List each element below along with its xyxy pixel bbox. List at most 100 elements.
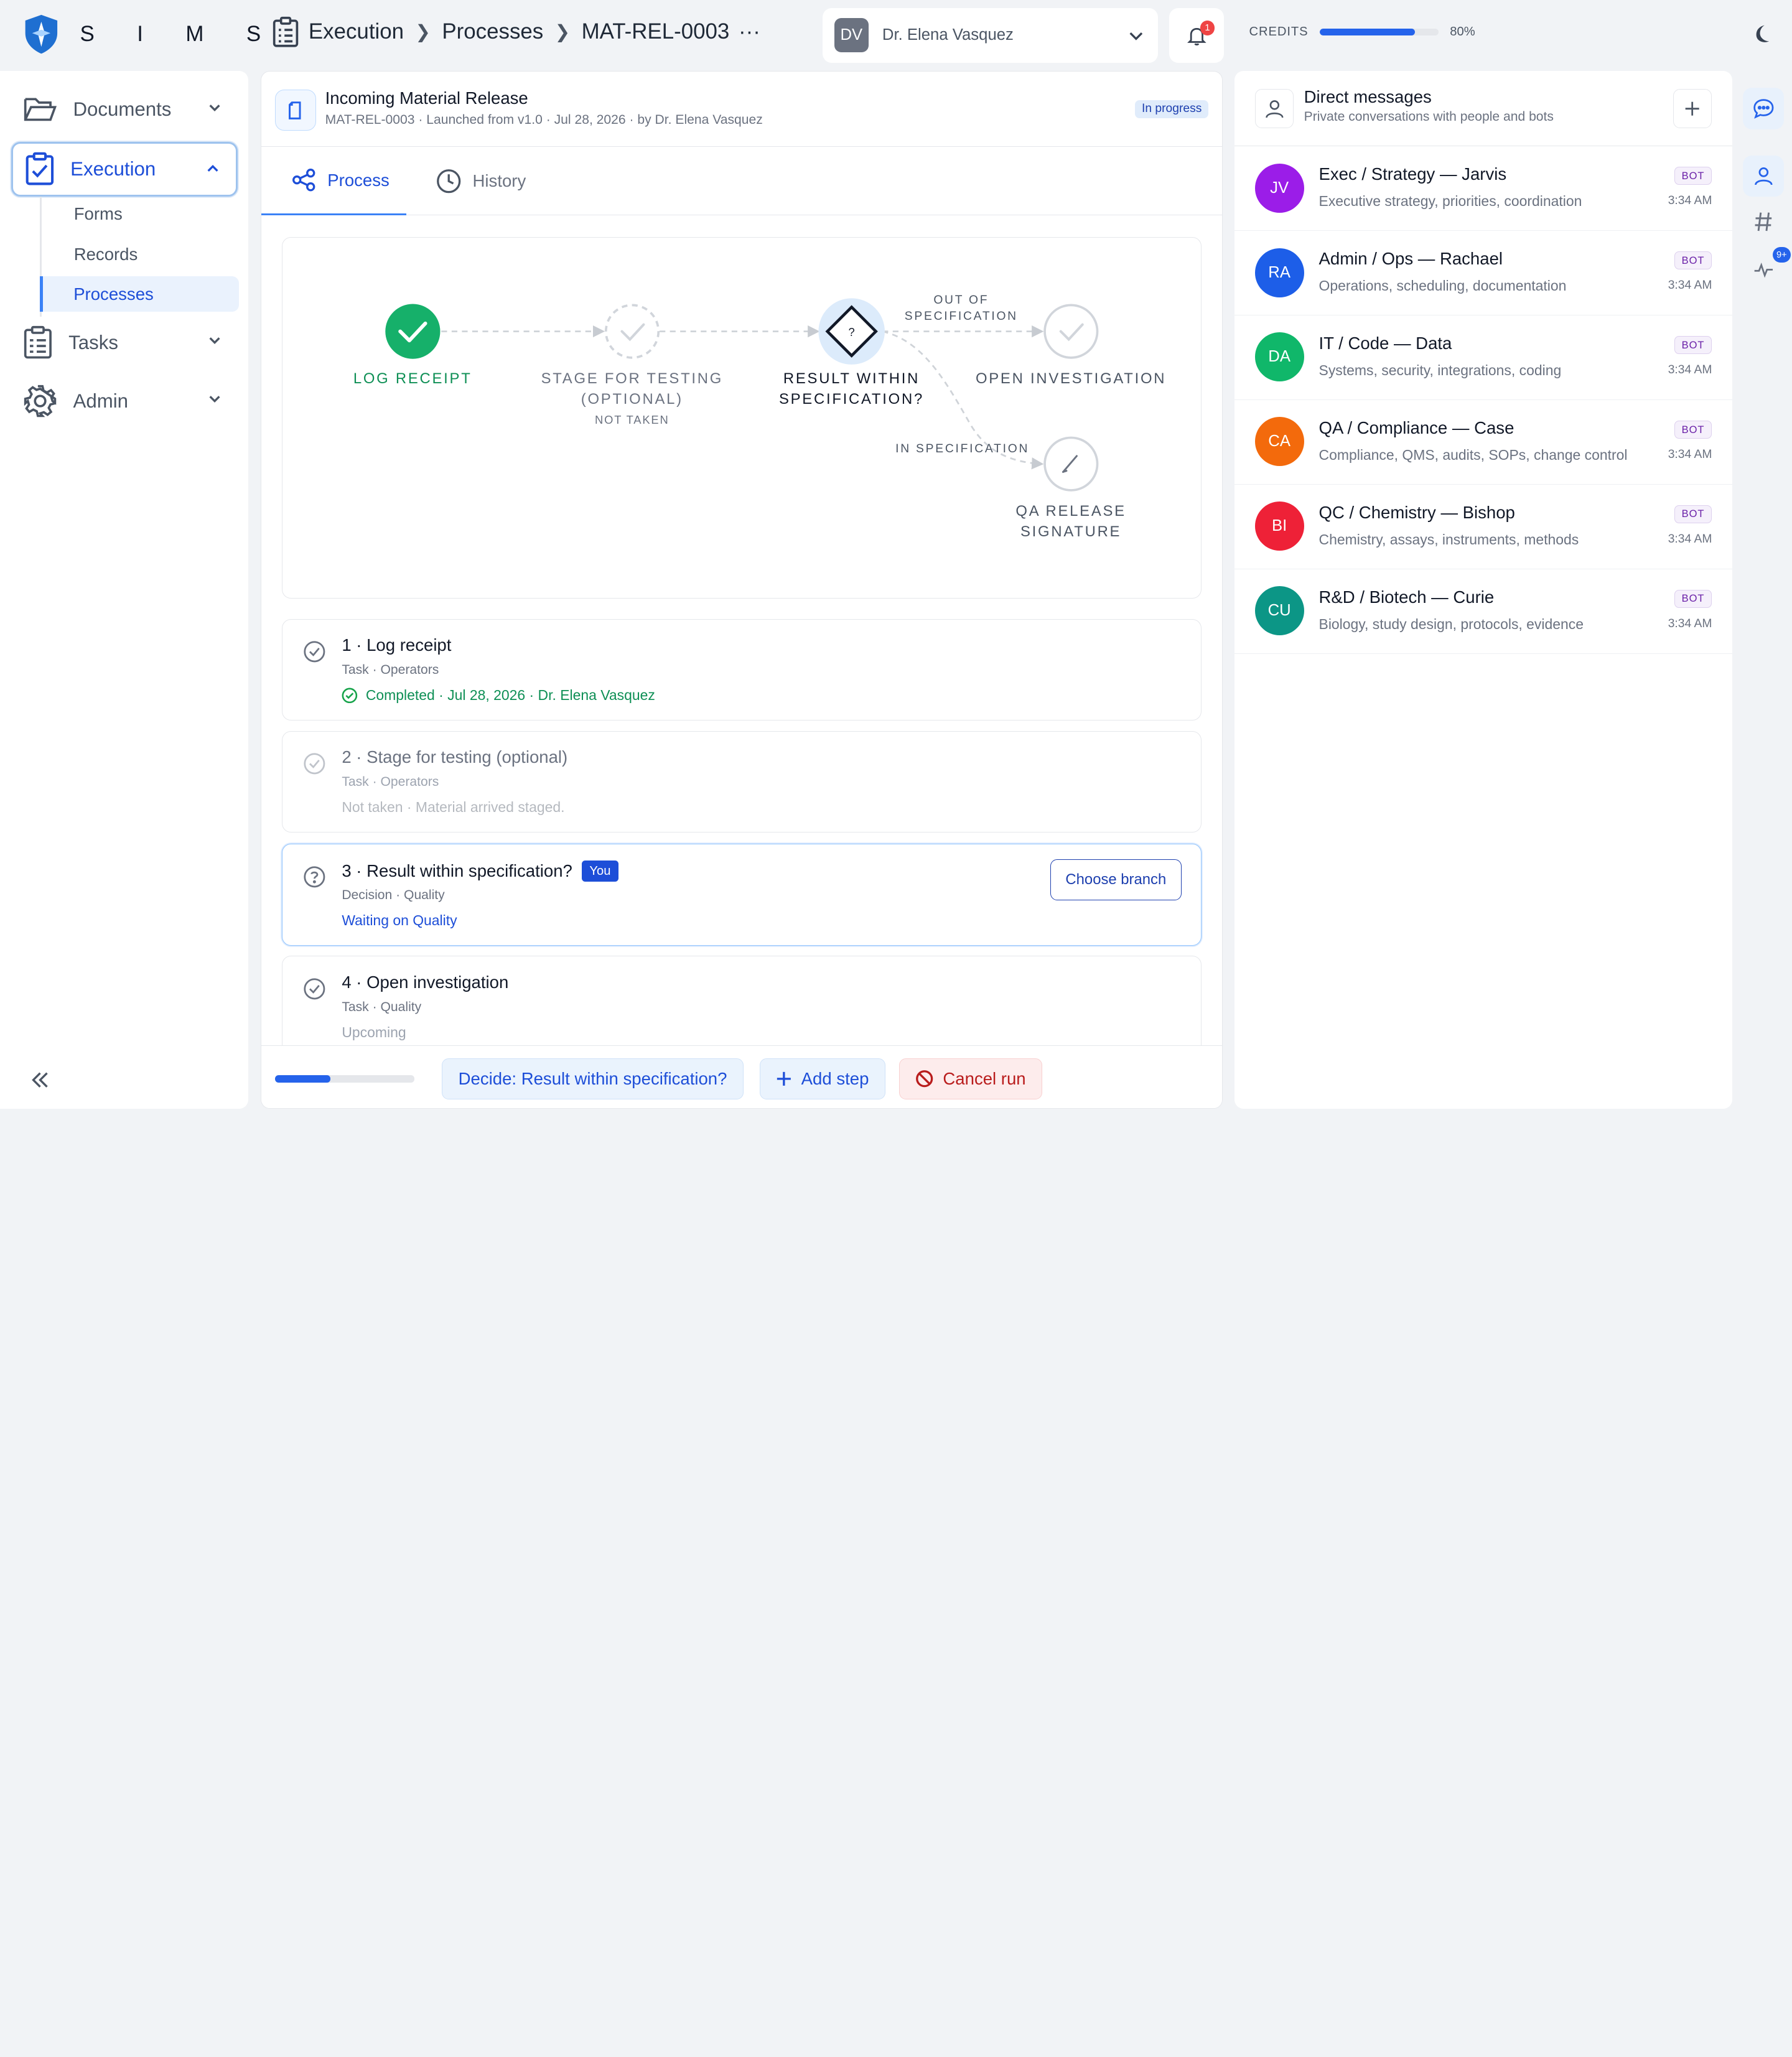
bot-badge: BOT — [1674, 589, 1712, 609]
you-badge: You — [581, 861, 619, 882]
circle-check-icon — [304, 977, 325, 999]
node-result-decision[interactable]: ? — [818, 298, 885, 365]
step-status: Waiting on Quality — [342, 912, 457, 928]
node-log-receipt[interactable] — [385, 304, 441, 359]
credits-percent: 80% — [1450, 25, 1475, 39]
shield-logo-icon — [25, 14, 57, 54]
step-meta: Task · Operators — [342, 663, 439, 678]
dm-rail-button[interactable] — [1742, 155, 1785, 197]
step-status: Upcoming — [342, 1024, 406, 1040]
step-status: Not taken · Material arrived staged. — [342, 799, 565, 815]
sidebar-item-label: Tasks — [68, 332, 118, 353]
step-card-1[interactable]: 1 · Log receipt Task · Operators Complet… — [281, 618, 1202, 721]
user-switcher[interactable]: DV Dr. Elena Vasquez — [823, 7, 1158, 63]
app-root: S I M S Execution ❯ Processes ❯ MAT-REL-… — [0, 0, 1792, 1120]
node-label-open-investigation: OPEN INVESTIGATION — [975, 370, 1167, 387]
step-meta: Task · Operators — [342, 775, 439, 790]
step-card-4[interactable]: 4 · Open investigation Task · Quality Up… — [281, 956, 1202, 1058]
add-step-button[interactable]: Add step — [759, 1058, 886, 1100]
dm-description: Systems, security, integrations, coding — [1318, 362, 1562, 379]
notifications-button[interactable]: 1 — [1169, 7, 1225, 63]
sidebar-item-label: Documents — [73, 98, 172, 121]
dm-item-curie[interactable]: CU R&D / Biotech — Curie Biology, study … — [1234, 569, 1733, 654]
chevron-up-icon — [207, 165, 218, 172]
avatar: DA — [1254, 332, 1304, 382]
tab-process[interactable]: Process — [261, 147, 407, 216]
sidebar-item-admin[interactable]: Admin — [11, 374, 238, 429]
collapse-sidebar-icon[interactable] — [30, 1071, 50, 1089]
activity-pulse-icon — [1754, 263, 1773, 278]
activity-rail-button[interactable]: 9+ — [1743, 246, 1791, 290]
chevron-down-icon — [209, 396, 220, 403]
hash-icon — [1755, 212, 1771, 231]
sidebar-item-processes[interactable]: Processes — [39, 276, 239, 312]
run-progress-fill — [274, 1075, 331, 1083]
brand[interactable]: S I M S — [23, 14, 279, 55]
sidebar-item-forms[interactable]: Forms — [42, 197, 239, 232]
execution-subnav: Forms Records Processes — [39, 196, 239, 317]
run-progress-bar — [274, 1075, 414, 1083]
node-open-investigation[interactable] — [1043, 304, 1099, 359]
direct-messages-panel: Direct messages Private conversations wi… — [1234, 70, 1733, 1109]
credits-bar — [1319, 29, 1439, 36]
node-label-log-receipt: LOG RECEIPT — [353, 370, 472, 387]
avatar: BI — [1254, 501, 1304, 551]
node-qa-release-signature[interactable] — [1043, 436, 1099, 492]
chevron-right-icon: ❯ — [415, 21, 431, 42]
channels-rail-button[interactable] — [1743, 201, 1784, 242]
dm-description: Compliance, QMS, audits, SOPs, change co… — [1318, 447, 1628, 464]
decision-glyph: ? — [848, 325, 854, 338]
decide-button[interactable]: Decide: Result within specification? — [441, 1058, 744, 1100]
action-bar: Decide: Result within specification? Add… — [261, 1045, 1223, 1108]
dm-description: Executive strategy, priorities, coordina… — [1318, 193, 1582, 210]
process-panel: Incoming Material Release MAT-REL-0003 ·… — [260, 70, 1223, 1109]
step-title: 4 · Open investigation — [342, 973, 509, 992]
node-stage-for-testing[interactable] — [604, 304, 660, 359]
dm-item-bishop[interactable]: BI QC / Chemistry — Bishop Chemistry, as… — [1234, 485, 1733, 569]
new-message-button[interactable] — [1673, 89, 1712, 128]
tab-label: Process — [327, 170, 390, 190]
dm-item-rachael[interactable]: RA Admin / Ops — Rachael Operations, sch… — [1234, 231, 1733, 315]
credits-fill — [1319, 29, 1415, 36]
brand-name: S I M S — [80, 22, 279, 47]
dm-description: Biology, study design, protocols, eviden… — [1318, 615, 1584, 632]
tab-history[interactable]: History — [436, 147, 526, 215]
sidebar-item-records[interactable]: Records — [42, 236, 239, 272]
dm-description: Operations, scheduling, documentation — [1318, 278, 1567, 294]
breadcrumb-execution[interactable]: Execution — [309, 19, 404, 44]
sidebar-item-tasks[interactable]: Tasks — [11, 315, 238, 370]
dm-name: Admin / Ops — Rachael — [1318, 249, 1503, 269]
user-avatar: DV — [834, 18, 869, 53]
cancel-run-button[interactable]: Cancel run — [898, 1058, 1043, 1100]
avatar: JV — [1254, 163, 1304, 213]
step-title-text: 3 · Result within specification? — [342, 861, 572, 881]
step-card-2[interactable]: 2 · Stage for testing (optional) Task · … — [281, 730, 1202, 833]
chevron-right-icon: ❯ — [554, 21, 571, 42]
breadcrumb-processes[interactable]: Processes — [442, 19, 543, 44]
dm-time: 3:34 AM — [1668, 194, 1712, 208]
right-rail: 9+ — [1739, 71, 1791, 414]
chat-rail-button[interactable] — [1742, 88, 1785, 129]
step-card-3[interactable]: 3 · Result within specification? You Dec… — [281, 844, 1202, 946]
avatar: CU — [1254, 586, 1304, 636]
dm-item-data[interactable]: DA IT / Code — Data Systems, security, i… — [1234, 315, 1733, 400]
step-title: 2 · Stage for testing (optional) — [342, 747, 568, 767]
process-subtitle: MAT-REL-0003 · Launched from v1.0 · Jul … — [325, 112, 763, 127]
step-title: 1 · Log receipt — [342, 635, 452, 655]
breadcrumb-more-button[interactable]: ··· — [739, 19, 760, 44]
edge-label-line: OUT OF — [933, 294, 989, 307]
user-name: Dr. Elena Vasquez — [882, 26, 1014, 44]
sidebar-item-execution[interactable]: Execution — [11, 141, 238, 197]
dm-item-case[interactable]: CA QA / Compliance — Case Compliance, QM… — [1234, 400, 1733, 485]
moon-icon[interactable] — [1750, 23, 1773, 46]
clipboard-list-icon — [24, 326, 52, 359]
dm-time: 3:34 AM — [1668, 447, 1712, 461]
sidebar-item-documents[interactable]: Documents — [11, 82, 238, 137]
dm-item-jarvis[interactable]: JV Exec / Strategy — Jarvis Executive st… — [1234, 146, 1733, 231]
choose-branch-button[interactable]: Choose branch — [1050, 859, 1182, 901]
node-label-line: QA RELEASE — [1015, 502, 1126, 520]
node-label-stage: STAGE FOR TESTING (OPTIONAL) NOT TAKEN — [530, 368, 735, 430]
edge-label-out-of-spec: OUT OF SPECIFICATION — [893, 292, 1030, 324]
dm-time: 3:34 AM — [1668, 363, 1712, 377]
folder-open-icon — [24, 98, 57, 121]
